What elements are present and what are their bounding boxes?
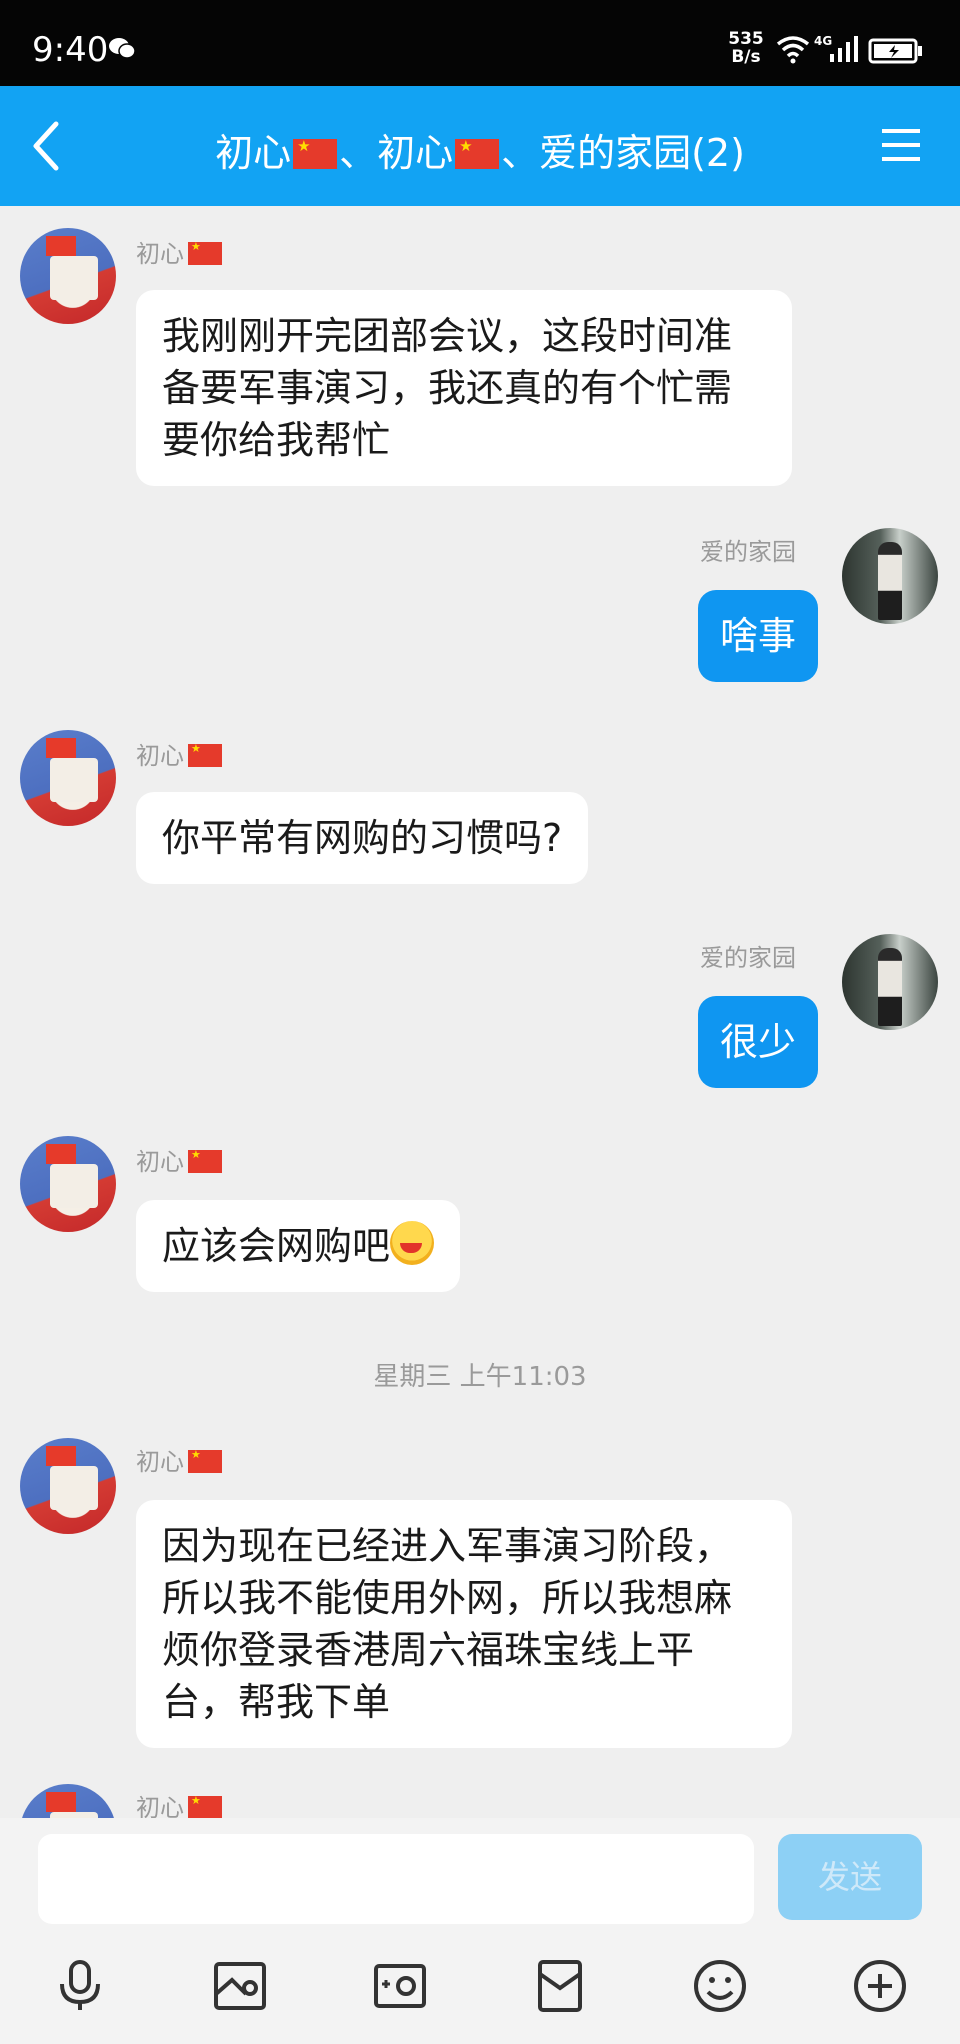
chat-header: 初心、初心、爱的家园(2) bbox=[0, 86, 960, 206]
china-flag-icon bbox=[188, 240, 222, 265]
message-bubble[interactable]: 因为现在已经进入军事演习阶段， 所以我不能使用外网，所以我想麻 烦你登录香港周六… bbox=[136, 1500, 792, 1748]
avatar[interactable] bbox=[20, 1784, 116, 1818]
message-bubble[interactable]: 应该会网购吧 bbox=[136, 1200, 461, 1292]
sender-name: 初心 bbox=[136, 234, 222, 269]
chat-title: 初心、初心、爱的家园(2) bbox=[120, 122, 840, 177]
menu-icon[interactable] bbox=[880, 126, 922, 164]
battery-icon bbox=[868, 38, 922, 64]
china-flag-icon bbox=[293, 137, 338, 169]
status-bar: 9:40 535 B/s 4G bbox=[0, 0, 960, 86]
avatar[interactable] bbox=[20, 1438, 116, 1534]
wifi-icon bbox=[776, 36, 810, 64]
image-icon[interactable] bbox=[212, 1958, 268, 2014]
china-flag-icon bbox=[188, 1794, 222, 1818]
sender-name: 初心 bbox=[136, 1142, 222, 1177]
plus-icon[interactable] bbox=[852, 1958, 908, 2014]
timestamp: 星期三 上午11:03 bbox=[373, 1362, 587, 1392]
avatar[interactable] bbox=[842, 528, 938, 624]
message-bubble[interactable]: 你平常有网购的习惯吗? bbox=[136, 792, 589, 884]
microphone-icon[interactable] bbox=[52, 1958, 108, 2014]
china-flag-icon bbox=[188, 1148, 222, 1173]
message-list[interactable]: 初心 我刚刚开完团部会议，这段时间准 备要军事演习，我还真的有个忙需 要你给我帮… bbox=[0, 206, 960, 1818]
avatar[interactable] bbox=[20, 730, 116, 826]
china-flag-icon bbox=[188, 1448, 222, 1473]
sender-name: 爱的家园 bbox=[700, 944, 796, 972]
avatar[interactable] bbox=[842, 934, 938, 1030]
china-flag-icon bbox=[188, 742, 222, 767]
avatar[interactable] bbox=[20, 1136, 116, 1232]
back-icon[interactable] bbox=[28, 118, 64, 174]
sender-name: 初心 bbox=[136, 1788, 222, 1818]
message-bubble[interactable]: 很少 bbox=[698, 996, 819, 1088]
avatar[interactable] bbox=[20, 228, 116, 324]
china-flag-icon bbox=[455, 137, 500, 169]
camera-icon[interactable] bbox=[372, 1958, 428, 2014]
message-input[interactable] bbox=[38, 1834, 754, 1924]
message-bubble[interactable]: 我刚刚开完团部会议，这段时间准 备要军事演习，我还真的有个忙需 要你给我帮忙 bbox=[136, 290, 792, 486]
sender-name: 初心 bbox=[136, 1442, 222, 1477]
network-speed: 535 B/s bbox=[728, 29, 764, 67]
signal-icon bbox=[830, 36, 858, 62]
send-button[interactable]: 发送 bbox=[778, 1834, 922, 1920]
input-bar: 发送 bbox=[0, 1818, 960, 2044]
message-bubble[interactable]: 啥事 bbox=[698, 590, 819, 682]
laughing-emoji-icon bbox=[390, 1221, 435, 1265]
status-time: 9:40 bbox=[32, 30, 109, 70]
emoji-icon[interactable] bbox=[692, 1958, 748, 2014]
red-packet-icon[interactable] bbox=[532, 1958, 588, 2014]
sender-name: 初心 bbox=[136, 736, 222, 771]
wechat-icon bbox=[109, 38, 136, 59]
sender-name: 爱的家园 bbox=[700, 538, 796, 566]
